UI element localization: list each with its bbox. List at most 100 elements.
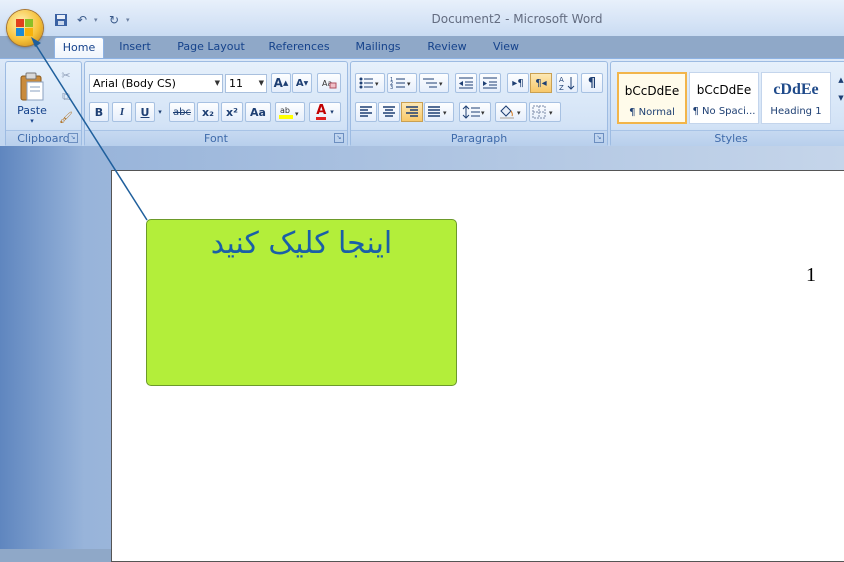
- underline-button[interactable]: U: [135, 102, 155, 122]
- clipboard-launcher-icon[interactable]: ↘: [68, 133, 78, 143]
- font-name-value: Arial (Body CS): [93, 77, 176, 90]
- font-size-dropdown-icon[interactable]: ▼: [259, 75, 264, 92]
- tab-mailings[interactable]: Mailings: [348, 37, 408, 58]
- shading-button[interactable]: ▾: [495, 102, 527, 122]
- svg-text:3: 3: [390, 85, 393, 90]
- styles-group-label: Styles: [611, 130, 844, 146]
- clipboard-group: Paste ▾ ✂ ⧉ 🖌 Clipboard ↘: [5, 61, 82, 147]
- grow-font-button[interactable]: A ▲: [271, 73, 291, 93]
- font-color-icon: A: [316, 102, 327, 120]
- clear-formatting-button[interactable]: Aa: [317, 73, 341, 93]
- decrease-indent-icon[interactable]: [455, 73, 477, 93]
- borders-button[interactable]: ▾: [529, 102, 561, 122]
- align-right-icon[interactable]: [401, 102, 423, 122]
- paragraph-group: ▾ 1 2 3 ▾ ▾ ▸¶ ¶◂ AZ ¶ ▾ ▾ ▾ ▾ Paragraph…: [350, 61, 608, 147]
- multilevel-list-icon: ▾: [423, 78, 443, 88]
- style-normal-preview: bCcDdEe: [624, 84, 680, 98]
- paragraph-group-label: Paragraph: [351, 130, 607, 146]
- font-color-button[interactable]: A ▾: [309, 102, 341, 122]
- bullets-button[interactable]: ▾: [355, 73, 385, 93]
- align-center-icon[interactable]: [378, 102, 400, 122]
- increase-indent-icon[interactable]: [479, 73, 501, 93]
- svg-text:▾: ▾: [443, 109, 447, 117]
- paint-bucket-icon: ▾: [500, 105, 521, 119]
- svg-text:A: A: [559, 76, 564, 84]
- format-painter-icon[interactable]: 🖌: [56, 108, 76, 127]
- borders-icon: ▾: [532, 105, 553, 119]
- paragraph-launcher-icon[interactable]: ↘: [594, 133, 604, 143]
- font-color-dropdown-icon: ▾: [330, 108, 334, 116]
- numbering-icon: 123 ▾: [390, 77, 411, 90]
- paste-label: Paste: [17, 103, 47, 117]
- svg-text:▾: ▾: [375, 80, 379, 88]
- tab-home[interactable]: Home: [54, 37, 104, 59]
- rtl-direction-icon[interactable]: ¶◂: [530, 73, 552, 93]
- justify-button[interactable]: ▾: [424, 102, 454, 122]
- font-launcher-icon[interactable]: ↘: [334, 133, 344, 143]
- highlight-button[interactable]: ab ▾: [275, 102, 305, 122]
- svg-text:▾: ▾: [407, 80, 411, 88]
- style-normal-name: ¶ Normal: [629, 107, 675, 118]
- styles-group: bCcDdEe ¶ Normal bCcDdEe ¶ No Spaci... c…: [610, 61, 844, 147]
- tab-page-layout[interactable]: Page Layout: [172, 37, 250, 58]
- svg-text:▾: ▾: [295, 110, 299, 118]
- tab-review[interactable]: Review: [422, 37, 472, 58]
- font-group-label: Font: [85, 130, 347, 146]
- window-title: Document2 - Microsoft Word: [431, 12, 603, 26]
- strikethrough-button[interactable]: abc: [169, 102, 195, 122]
- style-heading-1[interactable]: cDdEe Heading 1: [761, 72, 831, 124]
- svg-text:▾: ▾: [517, 109, 521, 117]
- line-spacing-icon: ▾: [462, 105, 485, 119]
- font-group: Arial (Body CS) ▼ 11 ▼ A ▲ A ▼ Aa B I U ▾ …: [84, 61, 348, 147]
- bullets-icon: ▾: [359, 77, 379, 89]
- style-no-spacing-name: ¶ No Spaci...: [692, 106, 756, 117]
- clear-formatting-icon: Aa: [322, 79, 337, 89]
- svg-text:▾: ▾: [439, 80, 443, 88]
- callout-text: اینجا کلیک کنید: [210, 226, 393, 261]
- tab-references[interactable]: References: [264, 37, 334, 58]
- tab-insert[interactable]: Insert: [112, 37, 158, 58]
- paste-dropdown-icon: ▾: [30, 116, 34, 125]
- justify-icon: ▾: [428, 106, 447, 117]
- svg-text:Z: Z: [559, 84, 564, 91]
- underline-dropdown-icon[interactable]: ▾: [155, 102, 165, 122]
- title-bar: ↶ ▾ ↻ ▾ Document2 - Microsoft Word: [0, 0, 844, 36]
- font-size-value: 11: [229, 77, 243, 90]
- italic-button[interactable]: I: [112, 102, 132, 122]
- office-button[interactable]: [7, 10, 43, 46]
- subscript-button[interactable]: x₂: [197, 102, 219, 122]
- multilevel-list-button[interactable]: ▾: [419, 73, 449, 93]
- ribbon: Paste ▾ ✂ ⧉ 🖌 Clipboard ↘ Arial (Body CS…: [0, 58, 844, 147]
- style-no-spacing-preview: bCcDdEe: [696, 83, 752, 97]
- font-name-combo[interactable]: Arial (Body CS) ▼: [89, 74, 223, 93]
- svg-text:ab: ab: [280, 106, 290, 115]
- font-name-dropdown-icon[interactable]: ▼: [215, 75, 220, 92]
- ltr-direction-icon[interactable]: ▸¶: [507, 73, 529, 93]
- font-size-combo[interactable]: 11 ▼: [225, 74, 267, 93]
- sort-icon[interactable]: AZ: [556, 73, 578, 93]
- tab-view[interactable]: View: [484, 37, 528, 58]
- change-case-button[interactable]: Aa: [245, 102, 271, 122]
- document-text: 1: [806, 264, 816, 286]
- style-no-spacing[interactable]: bCcDdEe ¶ No Spaci...: [689, 72, 759, 124]
- instruction-callout: اینجا کلیک کنید: [146, 219, 457, 386]
- cut-icon[interactable]: ✂: [56, 66, 76, 85]
- styles-scroll-down-icon[interactable]: ▼: [835, 90, 844, 106]
- copy-icon[interactable]: ⧉: [56, 87, 76, 106]
- show-marks-icon[interactable]: ¶: [581, 73, 603, 93]
- style-heading-1-name: Heading 1: [770, 106, 822, 117]
- style-heading-1-preview: cDdEe: [773, 81, 819, 98]
- shrink-font-button[interactable]: A ▼: [292, 73, 312, 93]
- svg-text:▾: ▾: [549, 109, 553, 117]
- numbering-button[interactable]: 1 2 3 ▾: [387, 73, 417, 93]
- paste-button[interactable]: Paste ▾: [12, 66, 52, 130]
- superscript-button[interactable]: x²: [221, 102, 243, 122]
- styles-scroll-up-icon[interactable]: ▲: [835, 72, 844, 88]
- bold-button[interactable]: B: [89, 102, 109, 122]
- align-left-icon[interactable]: [355, 102, 377, 122]
- office-logo-icon: [16, 19, 34, 37]
- style-normal[interactable]: bCcDdEe ¶ Normal: [617, 72, 687, 124]
- line-spacing-button[interactable]: ▾: [459, 102, 491, 122]
- paste-icon: [20, 72, 44, 100]
- highlighter-icon: ab ▾: [279, 106, 299, 119]
